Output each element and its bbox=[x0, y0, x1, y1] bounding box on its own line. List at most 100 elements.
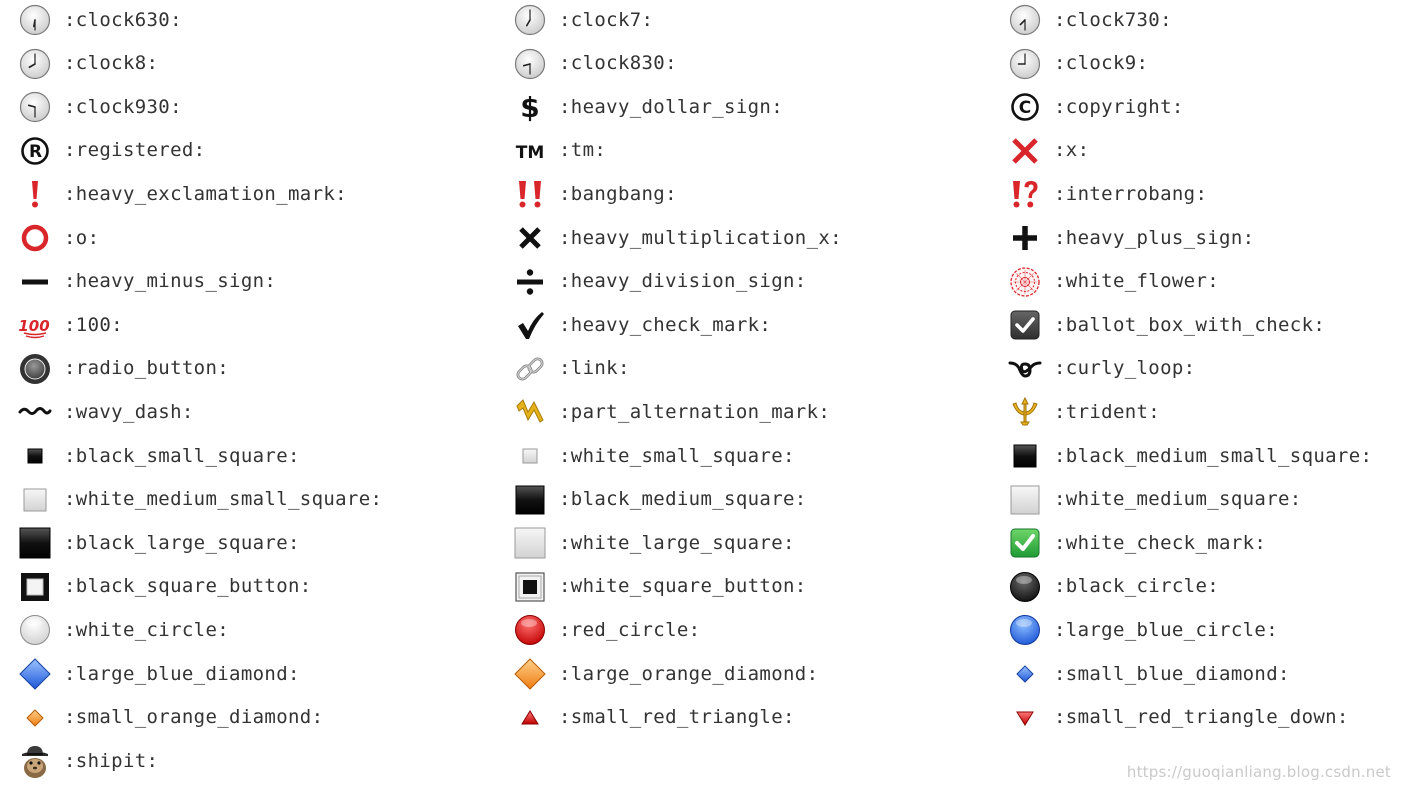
emoji-row: :curly_loop: bbox=[1006, 349, 1195, 389]
emoji-shortcode-label: :large_blue_diamond: bbox=[64, 662, 300, 685]
emoji-shortcode-label: :clock8: bbox=[64, 52, 159, 75]
watermark: https://guoqianliang.blog.csdn.net bbox=[1126, 763, 1391, 781]
black-small-square-icon bbox=[16, 439, 54, 473]
clock-8-icon bbox=[16, 47, 54, 81]
emoji-row: :large_orange_diamond: bbox=[511, 654, 818, 694]
white-check-mark-icon bbox=[1006, 526, 1044, 560]
emoji-row: :white_square_button: bbox=[511, 567, 807, 607]
heavy-division-sign-icon bbox=[511, 265, 549, 299]
emoji-shortcode-label: :small_orange_diamond: bbox=[64, 706, 324, 729]
black-square-button-icon bbox=[16, 570, 54, 604]
emoji-shortcode-label: :large_blue_circle: bbox=[1054, 618, 1278, 641]
emoji-row: :bangbang: bbox=[511, 174, 677, 214]
emoji-row: :white_medium_square: bbox=[1006, 480, 1302, 520]
bangbang-icon bbox=[511, 177, 549, 211]
wavy-dash-icon bbox=[16, 395, 54, 429]
emoji-shortcode-label: :black_small_square: bbox=[64, 444, 300, 467]
white-medium-square-icon bbox=[1006, 483, 1044, 517]
emoji-row: :clock8: bbox=[16, 44, 158, 84]
emoji-shortcode-label: :ballot_box_with_check: bbox=[1054, 313, 1326, 336]
emoji-shortcode-label: :heavy_dollar_sign: bbox=[559, 95, 783, 118]
emoji-shortcode-label: :heavy_exclamation_mark: bbox=[64, 182, 347, 205]
emoji-shortcode-label: :clock930: bbox=[64, 95, 182, 118]
emoji-shortcode-label: :trident: bbox=[1054, 400, 1161, 423]
emoji-row: :white_large_square: bbox=[511, 523, 795, 563]
black-large-square-icon bbox=[16, 526, 54, 560]
emoji-row: :white_small_square: bbox=[511, 436, 795, 476]
emoji-list: :clock630: :clock8: :clock930: R:register… bbox=[0, 0, 1401, 791]
emoji-row: :heavy_check_mark: bbox=[511, 305, 771, 345]
emoji-shortcode-label: :white_medium_square: bbox=[1054, 488, 1302, 511]
emoji-row: :x: bbox=[1006, 131, 1089, 171]
emoji-row: :black_square_button: bbox=[16, 567, 312, 607]
curly-loop-icon bbox=[1006, 352, 1044, 386]
emoji-row: :clock9: bbox=[1006, 44, 1148, 84]
emoji-row: :white_circle: bbox=[16, 610, 229, 650]
clock-7-icon bbox=[511, 3, 549, 37]
emoji-shortcode-label: :wavy_dash: bbox=[64, 400, 194, 423]
emoji-shortcode-label: :clock7: bbox=[559, 8, 654, 31]
emoji-row: :white_medium_small_square: bbox=[16, 480, 382, 520]
emoji-shortcode-label: :black_medium_small_square: bbox=[1054, 444, 1373, 467]
registered-icon: R bbox=[16, 134, 54, 168]
emoji-shortcode-label: :100: bbox=[64, 313, 123, 336]
emoji-shortcode-label: :small_red_triangle_down: bbox=[1054, 706, 1349, 729]
emoji-row: C:copyright: bbox=[1006, 87, 1184, 127]
emoji-shortcode-label: :clock830: bbox=[559, 52, 677, 75]
emoji-row: :large_blue_circle: bbox=[1006, 610, 1278, 650]
large-blue-diamond-icon bbox=[16, 657, 54, 691]
emoji-row: :small_red_triangle: bbox=[511, 698, 795, 738]
clock-730-icon bbox=[1006, 3, 1044, 37]
emoji-row: :heavy_division_sign: bbox=[511, 262, 807, 302]
clock-9-icon bbox=[1006, 47, 1044, 81]
emoji-shortcode-label: :heavy_multiplication_x: bbox=[559, 226, 842, 249]
emoji-row: :small_red_triangle_down: bbox=[1006, 698, 1349, 738]
hundred-icon: 100 bbox=[16, 308, 54, 342]
link-icon bbox=[511, 352, 549, 386]
emoji-shortcode-label: :black_large_square: bbox=[64, 531, 300, 554]
small-red-triangle-down-icon bbox=[1006, 701, 1044, 735]
emoji-row: :clock830: bbox=[511, 44, 677, 84]
emoji-row: $ :heavy_dollar_sign: bbox=[511, 87, 783, 127]
small-orange-diamond-icon bbox=[16, 701, 54, 735]
trident-icon bbox=[1006, 395, 1044, 429]
part-alternation-mark-icon bbox=[511, 395, 549, 429]
emoji-shortcode-label: :large_orange_diamond: bbox=[559, 662, 819, 685]
clock-830-icon bbox=[511, 47, 549, 81]
emoji-shortcode-label: :shipit: bbox=[64, 749, 159, 772]
emoji-row: TM:tm: bbox=[511, 131, 606, 171]
emoji-shortcode-label: :heavy_plus_sign: bbox=[1054, 226, 1255, 249]
white-circle-icon bbox=[16, 613, 54, 647]
emoji-shortcode-label: :clock630: bbox=[64, 8, 182, 31]
emoji-row: :black_large_square: bbox=[16, 523, 300, 563]
emoji-shortcode-label: :bangbang: bbox=[559, 182, 677, 205]
emoji-shortcode-label: :part_alternation_mark: bbox=[559, 400, 831, 423]
emoji-shortcode-label: :clock9: bbox=[1054, 52, 1149, 75]
emoji-shortcode-label: :o: bbox=[64, 226, 100, 249]
emoji-shortcode-label: :heavy_division_sign: bbox=[559, 270, 807, 293]
emoji-shortcode-label: :interrobang: bbox=[1054, 182, 1208, 205]
emoji-row: :white_flower: bbox=[1006, 262, 1219, 302]
svg-text:100: 100 bbox=[18, 317, 49, 335]
emoji-row: :part_alternation_mark: bbox=[511, 392, 830, 432]
emoji-row: :white_check_mark: bbox=[1006, 523, 1266, 563]
emoji-row: :o: bbox=[16, 218, 99, 258]
white-medium-small-square-icon bbox=[16, 483, 54, 517]
emoji-shortcode-label: :black_square_button: bbox=[64, 575, 312, 598]
heavy-plus-sign-icon bbox=[1006, 221, 1044, 255]
emoji-shortcode-label: :red_circle: bbox=[559, 618, 701, 641]
svg-text:C: C bbox=[1019, 98, 1031, 118]
emoji-row: :small_blue_diamond: bbox=[1006, 654, 1290, 694]
ballot-box-with-check-icon bbox=[1006, 308, 1044, 342]
emoji-shortcode-label: :white_small_square: bbox=[559, 444, 795, 467]
tm-icon: TM bbox=[511, 134, 549, 168]
red-circle-icon bbox=[511, 613, 549, 647]
emoji-shortcode-label: :small_red_triangle: bbox=[559, 706, 795, 729]
clock-630-icon bbox=[16, 3, 54, 37]
heavy-dollar-sign-icon: $ bbox=[511, 90, 549, 124]
black-circle-icon bbox=[1006, 570, 1044, 604]
emoji-shortcode-label: :white_medium_small_square: bbox=[64, 488, 383, 511]
clock-930-icon bbox=[16, 90, 54, 124]
emoji-row: :heavy_multiplication_x: bbox=[511, 218, 842, 258]
emoji-shortcode-label: :black_circle: bbox=[1054, 575, 1220, 598]
